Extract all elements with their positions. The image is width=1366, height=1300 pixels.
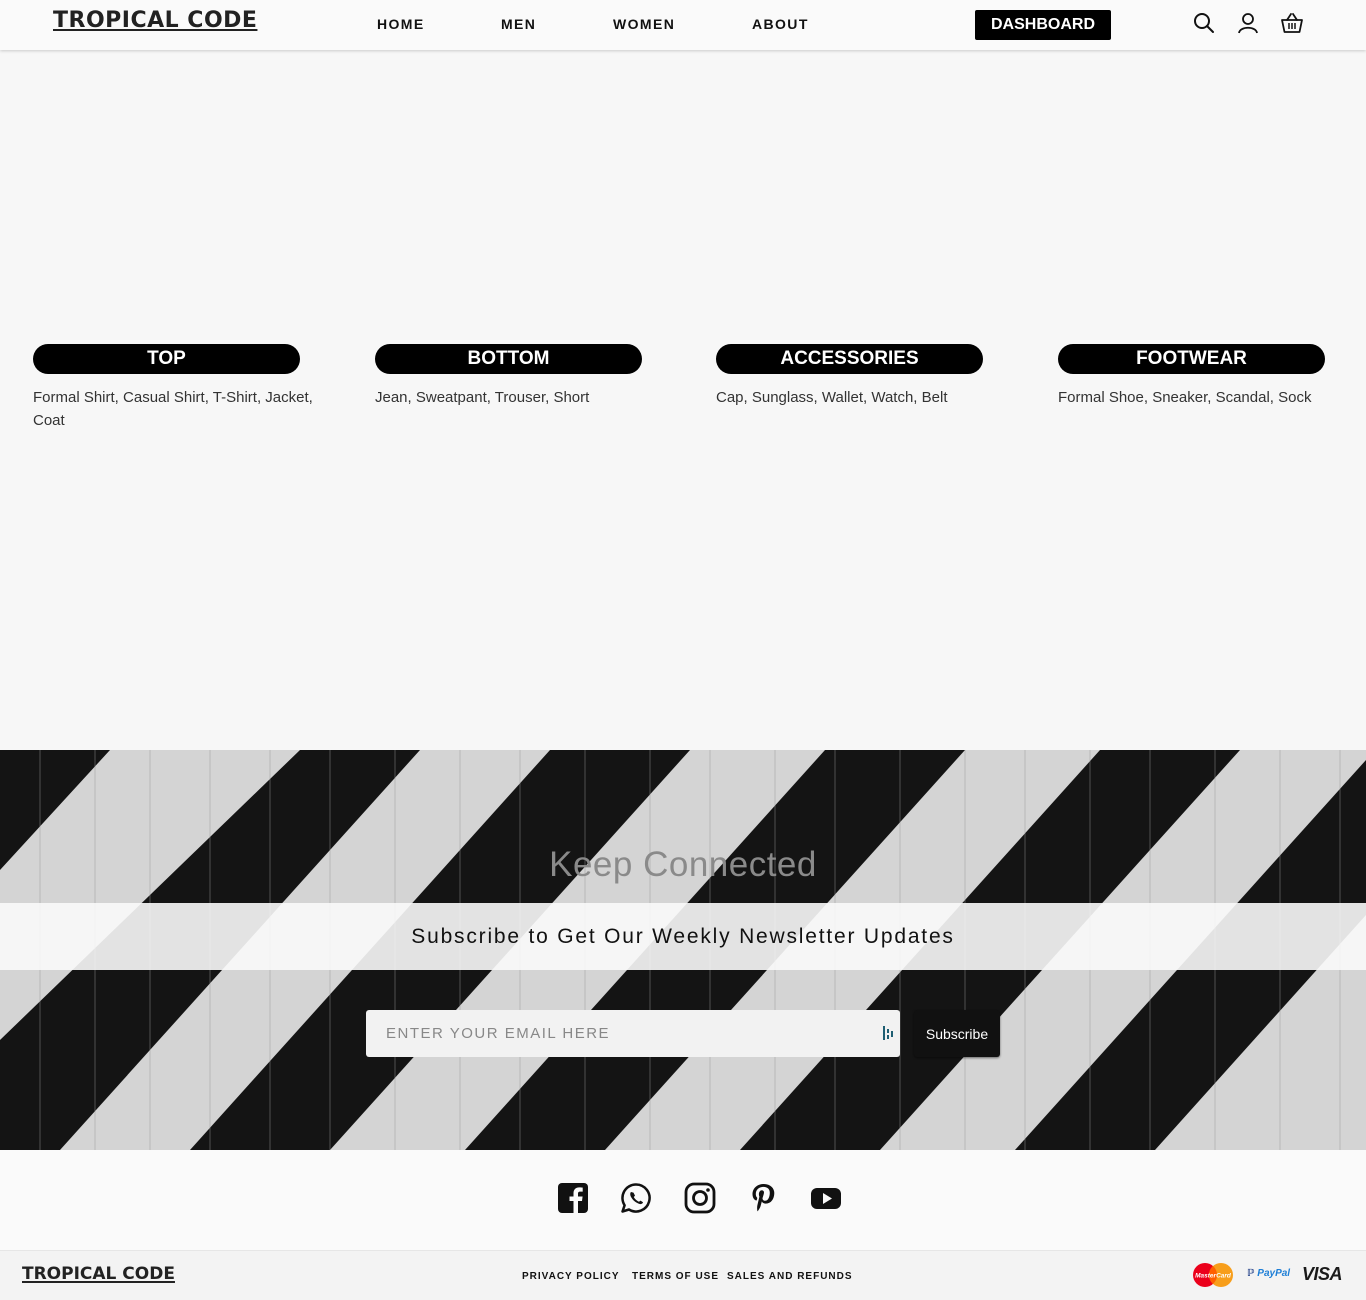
site-footer: TROPICAL CODE PRIVACY POLICY TERMS OF US… — [0, 1250, 1366, 1300]
site-logo[interactable]: TROPICAL CODE — [53, 8, 257, 33]
instagram-icon[interactable] — [684, 1182, 716, 1214]
social-bar — [0, 1150, 1366, 1250]
pinterest-icon[interactable] — [747, 1182, 779, 1214]
category-top-button[interactable]: TOP — [33, 344, 300, 374]
category-footwear-items: Formal Shoe, Sneaker, Scandal, Sock — [1058, 389, 1312, 406]
category-top-items: Formal Shirt, Casual Shirt, T-Shirt, Jac… — [33, 389, 313, 429]
mastercard-label: MasterCard — [1195, 1273, 1232, 1280]
category-bottom: BOTTOM Jean, Sweatpant, Trouser, Short — [375, 344, 642, 409]
privacy-policy-link[interactable]: PRIVACY POLICY — [522, 1271, 620, 1282]
email-input[interactable] — [366, 1010, 900, 1057]
youtube-icon[interactable] — [810, 1182, 842, 1214]
whatsapp-icon[interactable] — [620, 1182, 652, 1214]
facebook-icon[interactable] — [557, 1182, 589, 1214]
dashboard-button[interactable]: DASHBOARD — [975, 10, 1111, 40]
category-footwear: FOOTWEAR Formal Shoe, Sneaker, Scandal, … — [1058, 344, 1325, 409]
footer-logo[interactable]: TROPICAL CODE — [22, 1264, 175, 1284]
category-bottom-items: Jean, Sweatpant, Trouser, Short — [375, 389, 590, 406]
sales-refunds-link[interactable]: SALES AND REFUNDS — [727, 1271, 853, 1282]
nav-home[interactable]: HOME — [377, 16, 425, 32]
mastercard-logo: MasterCard — [1193, 1263, 1233, 1287]
nav-men[interactable]: MEN — [501, 16, 536, 32]
nav-about[interactable]: ABOUT — [752, 16, 809, 32]
category-bottom-button[interactable]: BOTTOM — [375, 344, 642, 374]
nav-women[interactable]: WOMEN — [613, 16, 675, 32]
search-icon[interactable] — [1192, 11, 1216, 35]
site-header: TROPICAL CODE HOME MEN WOMEN ABOUT DASHB… — [0, 0, 1366, 50]
newsletter-band: Subscribe to Get Our Weekly Newsletter U… — [0, 903, 1366, 970]
category-accessories-items: Cap, Sunglass, Wallet, Watch, Belt — [716, 389, 948, 406]
terms-of-use-link[interactable]: TERMS OF USE — [632, 1271, 719, 1282]
category-top: TOP Formal Shirt, Casual Shirt, T-Shirt,… — [33, 344, 313, 432]
newsletter-subheading: Subscribe to Get Our Weekly Newsletter U… — [411, 924, 955, 948]
category-accessories: ACCESSORIES Cap, Sunglass, Wallet, Watch… — [716, 344, 983, 409]
subscribe-button[interactable]: Subscribe — [914, 1010, 1000, 1057]
user-icon[interactable] — [1236, 11, 1260, 35]
visa-logo: VISA — [1302, 1264, 1343, 1284]
category-accessories-button[interactable]: ACCESSORIES — [716, 344, 983, 374]
newsletter-heading: Keep Connected — [549, 845, 817, 884]
basket-icon[interactable] — [1280, 11, 1304, 35]
category-footwear-button[interactable]: FOOTWEAR — [1058, 344, 1325, 374]
paypal-label: PayPal — [1257, 1268, 1291, 1279]
password-manager-icon[interactable] — [882, 1025, 894, 1041]
newsletter-section: Keep Connected Subscribe to Get Our Week… — [0, 750, 1366, 1150]
paypal-logo: ℙ PayPal — [1247, 1268, 1291, 1279]
